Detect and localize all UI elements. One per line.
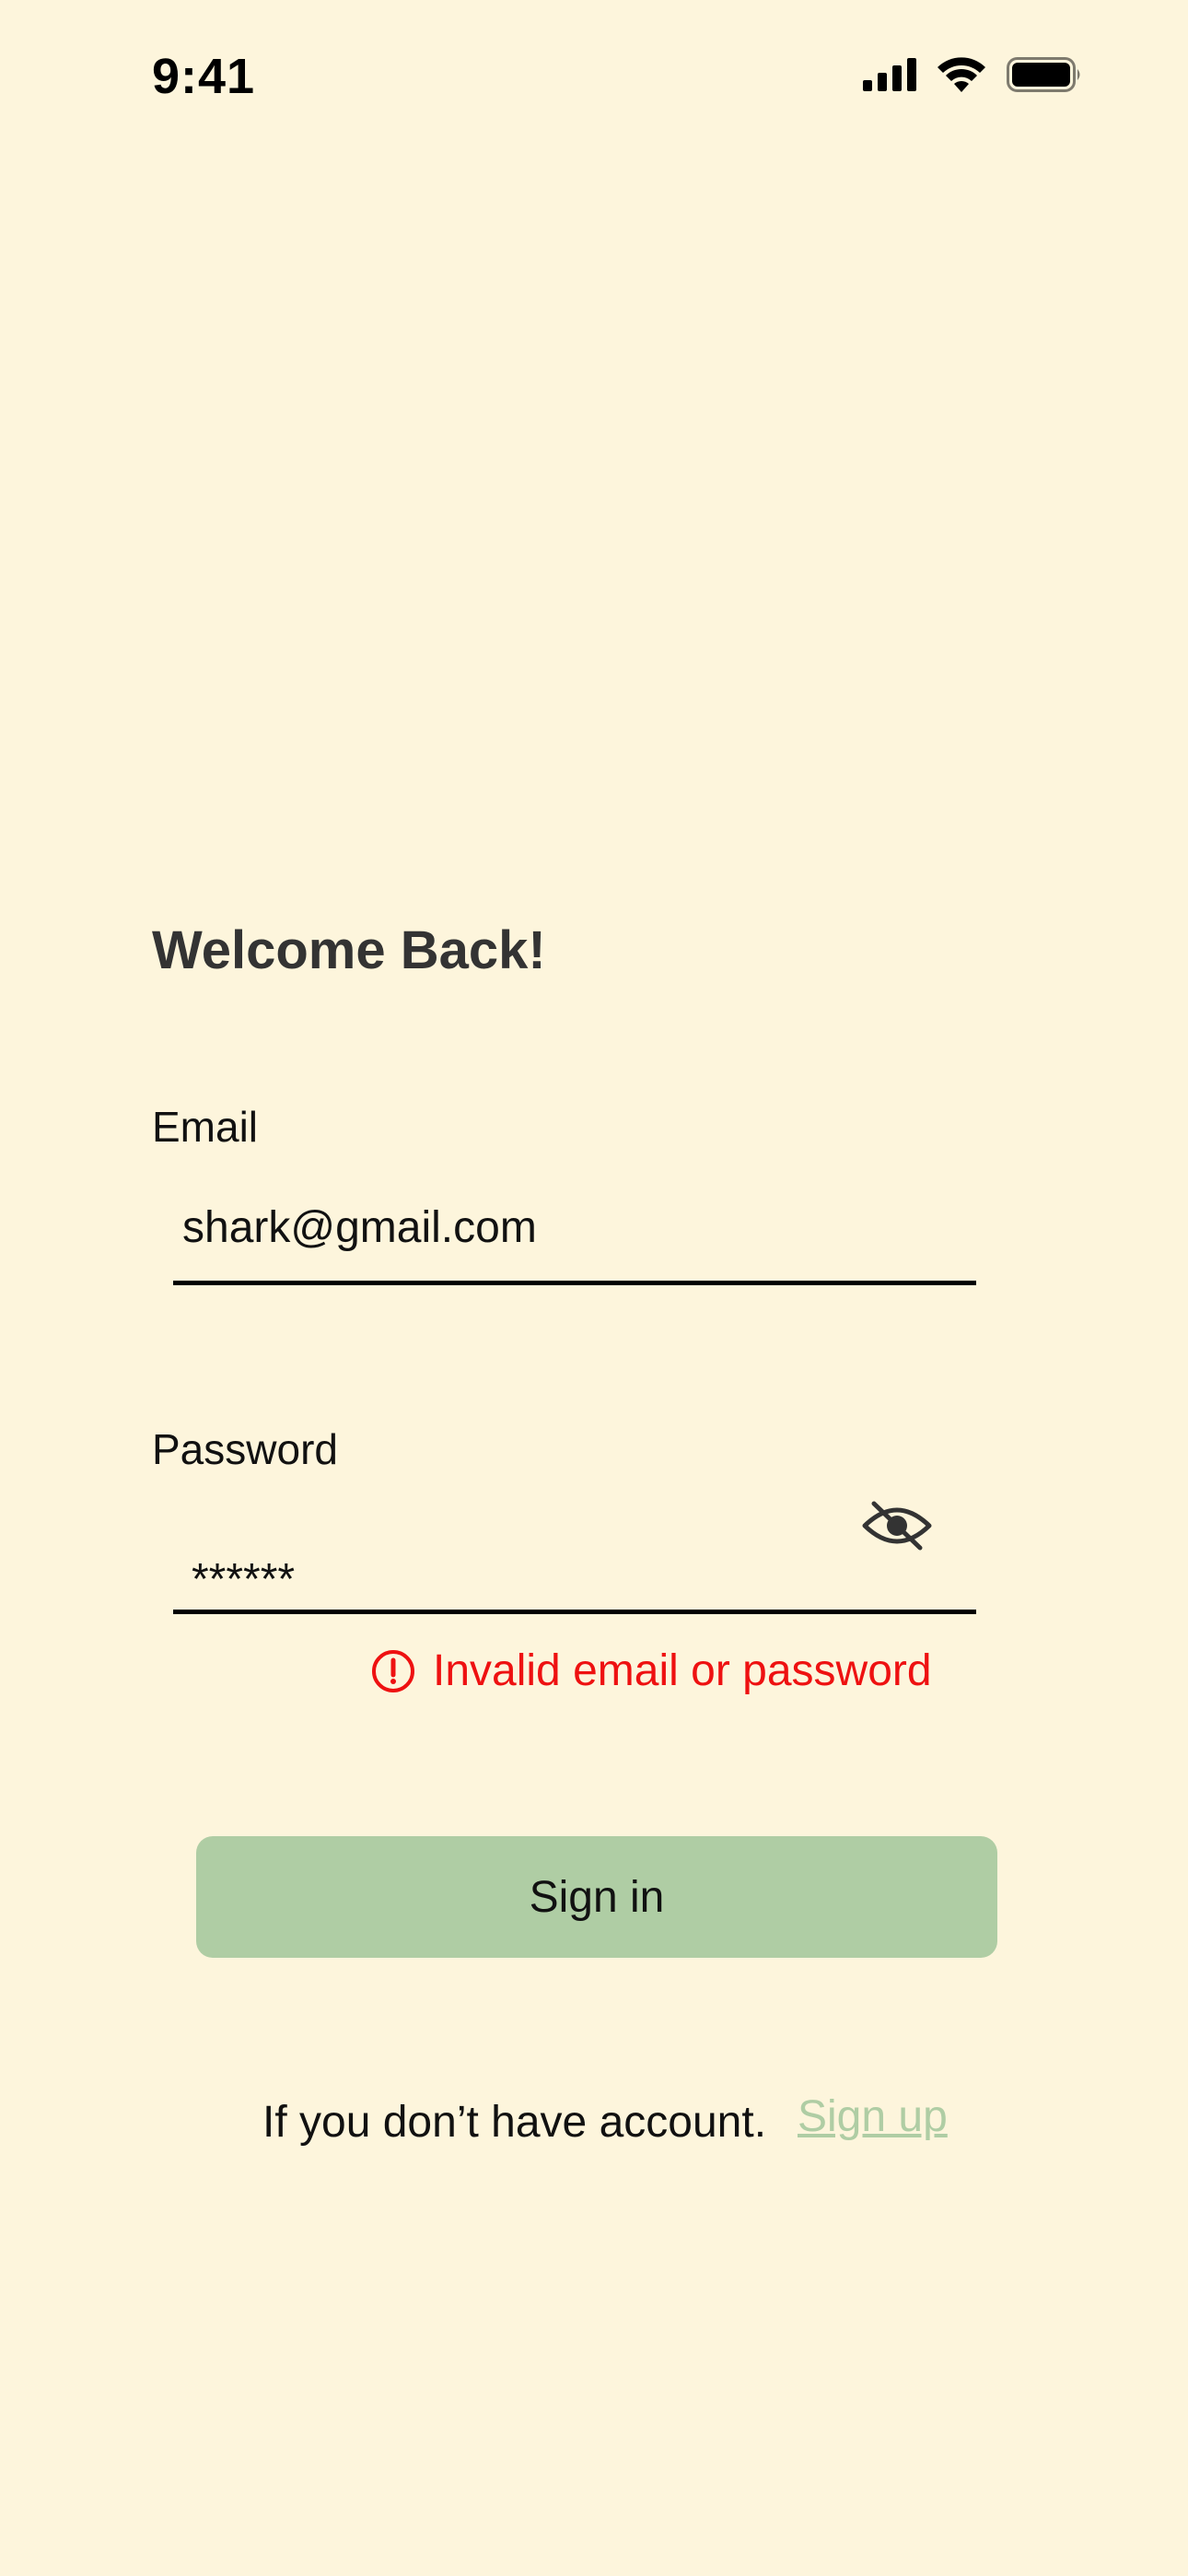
password-label: Password (152, 1425, 338, 1473)
email-label: Email (152, 1103, 259, 1151)
wifi-icon (938, 57, 985, 92)
sign-up-link[interactable]: Sign up (798, 2091, 948, 2142)
email-field-container (173, 1202, 976, 1285)
email-field[interactable] (173, 1202, 976, 1281)
error-message: Invalid email or password (433, 1646, 932, 1695)
battery-icon (1007, 57, 1080, 92)
cellular-signal-icon (863, 58, 916, 91)
password-field[interactable] (173, 1531, 976, 1610)
sign-in-button[interactable]: Sign in (196, 1836, 997, 1958)
signup-prompt: If you don’t have account. (262, 2098, 767, 2147)
status-icons (863, 57, 1082, 92)
eye-off-icon[interactable] (861, 1500, 933, 1551)
error-message-row: Invalid email or password (370, 1645, 932, 1696)
status-time: 9:41 (152, 49, 256, 104)
page-title: Welcome Back! (152, 920, 546, 980)
password-field-container (173, 1531, 976, 1614)
status-bar: 9:41 (0, 0, 1188, 161)
alert-circle-icon (372, 1649, 414, 1692)
